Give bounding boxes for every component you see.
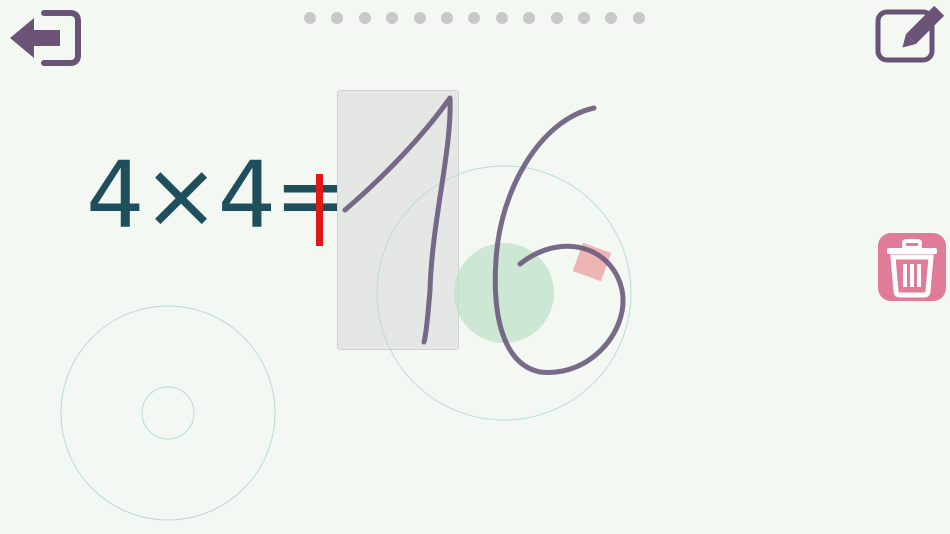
clear-drawing-button[interactable] <box>878 233 946 301</box>
drawing-canvas[interactable] <box>0 0 950 534</box>
answer-cursor <box>316 174 323 246</box>
progress-dot <box>358 12 371 24</box>
left-guide-inner-circle <box>141 386 195 440</box>
progress-dot <box>413 12 426 24</box>
progress-dot <box>386 12 399 24</box>
left-guide-outer-circle <box>60 305 276 521</box>
stroke-label-marker <box>572 242 612 282</box>
progress-dot <box>605 12 618 24</box>
trash-icon <box>887 239 937 298</box>
edit-button[interactable] <box>874 5 945 64</box>
progress-dot <box>632 12 645 24</box>
touch-point-marker <box>454 243 554 343</box>
handwriting-math-screen: 4×4= <box>0 0 950 534</box>
equation-prompt: 4×4= <box>86 142 351 249</box>
back-button[interactable] <box>8 8 82 68</box>
edit-pencil-icon <box>875 5 945 63</box>
progress-dots <box>304 12 645 24</box>
progress-dot <box>304 12 316 24</box>
progress-dot <box>577 12 590 24</box>
back-arrow-icon <box>10 10 81 66</box>
answer-slot[interactable] <box>337 90 459 350</box>
handwritten-digit-six <box>492 105 626 375</box>
progress-dot <box>495 12 508 24</box>
progress-dot <box>440 12 453 24</box>
progress-dot <box>331 12 344 24</box>
progress-dot <box>523 12 536 24</box>
progress-dot <box>468 12 481 24</box>
progress-dot <box>550 12 563 24</box>
